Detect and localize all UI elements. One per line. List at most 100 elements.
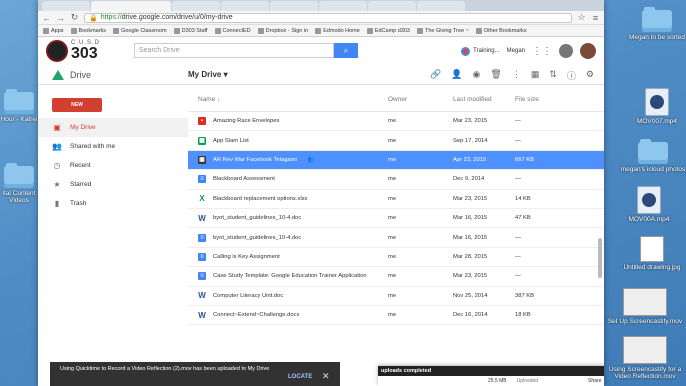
browser-tab-active[interactable]: [91, 1, 171, 11]
table-row[interactable]: ≡ Case Study Template: Google Education T…: [188, 267, 604, 287]
link-icon[interactable]: 🔗: [430, 69, 441, 82]
browser-tab[interactable]: [172, 1, 220, 11]
file-name: Connect~Extend~Challenge.docx: [213, 312, 300, 319]
reload-icon[interactable]: ↻: [70, 12, 79, 23]
sidebar-item-label: Trash: [70, 200, 87, 207]
forward-icon[interactable]: →: [56, 13, 65, 23]
desktop-icon-mov007[interactable]: MOV007.mp4: [628, 88, 686, 125]
district-logo[interactable]: C.U.S.D 303: [46, 40, 132, 62]
owner-cell: me: [388, 215, 397, 222]
column-header-owner[interactable]: Owner: [388, 96, 453, 103]
list-view-icon[interactable]: ▦: [531, 69, 540, 82]
desktop-icon-icloud-photos[interactable]: megan's icloud photos: [620, 139, 686, 173]
desktop-icon-set-up-screencastify[interactable]: Set Up Screencastify.mov: [604, 288, 686, 325]
menu-icon[interactable]: ≡: [591, 13, 600, 23]
training-notification[interactable]: Training...: [461, 46, 500, 56]
file-name-cell: ≡ byot_student_guidelines_10-4.doc: [188, 233, 388, 242]
table-body: ▪ Amazing Race Envelopes me Mar 23, 2015 — ▦ A…: [188, 112, 604, 326]
modified-cell: Mar 16, 2015: [453, 234, 488, 241]
browser-tab[interactable]: [417, 1, 465, 11]
bookmark-connected[interactable]: ConnectED: [214, 27, 251, 34]
column-header-name[interactable]: Name ↓: [188, 96, 388, 103]
desktop-icon-using-screencastify[interactable]: Using Screencastify for a Video Reflecti…: [604, 336, 686, 380]
upload-share-link[interactable]: Share: [588, 378, 601, 384]
browser-tab[interactable]: [42, 1, 90, 11]
close-icon[interactable]: ✕: [322, 371, 330, 383]
table-row[interactable]: W Computer Literacy Unit.doc me Nov 25, 201…: [188, 287, 604, 306]
bookmark-edmodo[interactable]: Edmodo Home: [315, 27, 360, 34]
tab-strip: [38, 0, 604, 11]
table-row[interactable]: ≡ Blackboard Assessment me Dec 9, 2014 —: [188, 170, 604, 190]
table-row[interactable]: ≡ Calling is Key Assignment me Mar 28, 2015…: [188, 248, 604, 268]
desktop-icon-hour-katrei[interactable]: Hour - Katrei: [0, 89, 38, 123]
table-row[interactable]: ▣ AR Rev War Facebook Telagami 👥 me Apr 23,…: [188, 150, 604, 171]
bookmark-bookmarks[interactable]: Bookmarks: [70, 27, 106, 34]
search-input[interactable]: Search Drive: [134, 43, 334, 58]
desktop-icon-digital-content-videos[interactable]: ital Content Videos: [0, 163, 38, 204]
desktop-icon-label: Megan to be sorted: [628, 34, 685, 41]
bookmark-d303-staff[interactable]: D303 Staff: [173, 27, 208, 34]
size-cell: 47 KB: [515, 215, 531, 222]
sidebar-item-label: Shared with me: [70, 143, 116, 150]
scrollbar[interactable]: [598, 238, 602, 278]
preview-eye-icon[interactable]: ◉: [473, 69, 481, 82]
browser-tab[interactable]: [221, 1, 269, 11]
sidebar-item-trash[interactable]: ▮ Trash: [38, 194, 188, 213]
notifications-icon[interactable]: [559, 44, 573, 58]
bookmark-other[interactable]: Other Bookmarks: [475, 27, 527, 34]
browser-tab[interactable]: [270, 1, 318, 11]
user-name[interactable]: Megan: [507, 48, 525, 54]
sidebar-item-recent[interactable]: ◷ Recent: [38, 156, 188, 175]
page-icon: [417, 27, 423, 34]
share-person-icon[interactable]: 👤: [451, 69, 462, 82]
modified-cell: Sep 17, 2014: [453, 137, 488, 144]
back-icon[interactable]: ←: [42, 13, 51, 23]
desktop-icon-mov00a[interactable]: MOV00A.mp4: [620, 186, 678, 223]
file-excel-icon: X: [199, 194, 205, 204]
locate-button[interactable]: LOCATE: [288, 374, 312, 382]
sidebar-item-shared[interactable]: 👥 Shared with me: [38, 137, 188, 156]
location-dropdown[interactable]: My Drive ▾: [188, 70, 228, 79]
desktop-icon-label: MOV007.mp4: [636, 118, 678, 125]
image-thumbnail-icon: [640, 236, 664, 262]
browser-tab[interactable]: [368, 1, 416, 11]
drive-logo[interactable]: Drive: [38, 69, 188, 80]
size-cell: 14 KB: [515, 195, 531, 202]
table-row[interactable]: ▪ Amazing Race Envelopes me Mar 23, 2015 —: [188, 112, 604, 132]
apps-grid-icon[interactable]: ⋮⋮: [532, 46, 552, 57]
sidebar-item-my-drive[interactable]: ▣ My Drive: [38, 118, 188, 137]
avatar[interactable]: [580, 43, 596, 59]
bookmark-giving-tree[interactable]: The Giving Tree ~: [417, 27, 469, 34]
training-label: Training...: [473, 48, 500, 54]
search-button[interactable]: ⌕: [334, 43, 358, 58]
table-row[interactable]: ▦ App Slam List me Sep 17, 2014 —: [188, 131, 604, 151]
sidebar: NEW ▣ My Drive 👥 Shared with me ◷ Recent…: [38, 88, 188, 386]
table-row[interactable]: ≡ byot_student_guidelines_10-4.doc me Mar 1…: [188, 228, 604, 248]
file-name-cell: ▦ App Slam List: [188, 136, 388, 145]
desktop-icon-megan-to-be-sorted[interactable]: Megan to be sorted: [628, 7, 686, 41]
file-name-cell: Wbyot_student_guidelines_10-4.doc: [188, 214, 388, 223]
table-row[interactable]: Wbyot_student_guidelines_10-4.doc me Mar 1…: [188, 209, 604, 229]
bookmark-apps[interactable]: Apps: [43, 27, 64, 34]
bookmark-google-classroom[interactable]: Google Classroom: [113, 27, 167, 34]
sidebar-item-starred[interactable]: ★ Starred: [38, 175, 188, 194]
browser-tab[interactable]: [319, 1, 367, 11]
bookmark-edcamp[interactable]: EdCamp d303: [366, 27, 410, 34]
column-header-modified[interactable]: Last modified: [453, 96, 515, 103]
bookmark-dropbox[interactable]: Dropbox - Sign in: [257, 27, 308, 34]
gear-icon[interactable]: ⚙: [586, 69, 594, 82]
sort-icon[interactable]: ⇅: [549, 69, 557, 82]
table-row[interactable]: W Connect~Extend~Challenge.docx me Dec 16, …: [188, 306, 604, 326]
file-name: byot_student_guidelines_10-4.doc: [213, 234, 302, 241]
new-button[interactable]: NEW: [52, 98, 102, 112]
info-icon[interactable]: ⓘ: [567, 69, 576, 82]
star-bookmark-icon[interactable]: ☆: [577, 12, 586, 23]
more-icon[interactable]: ⋮: [512, 69, 521, 82]
table-row[interactable]: X Blackboard replacement options.xlsx me Ma…: [188, 190, 604, 209]
desktop-icon-untitled-drawing[interactable]: Untitled drawing.jpg: [620, 236, 684, 271]
trash-icon[interactable]: 🗑: [490, 69, 501, 82]
address-bar[interactable]: 🔒 https:// drive.google.com/drive/u/0/my…: [84, 12, 572, 23]
file-name: Calling is Key Assignment: [213, 253, 280, 260]
file-name: Computer Literacy Unit.doc: [213, 292, 284, 299]
column-header-size[interactable]: File size: [515, 96, 575, 103]
